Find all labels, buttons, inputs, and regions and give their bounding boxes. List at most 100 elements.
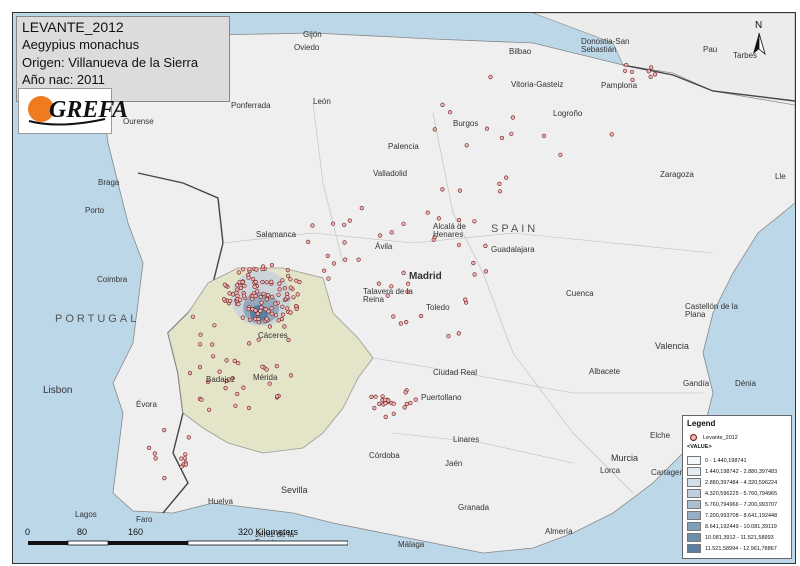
place-ponferrada: Ponferrada — [231, 101, 271, 110]
place-pamplona: Pamplona — [601, 81, 638, 90]
legend-title: Legend — [687, 419, 716, 428]
observation-point — [264, 316, 269, 321]
legend-points: Levante_2012 — [687, 434, 738, 441]
observation-point — [263, 307, 268, 312]
observation-point — [241, 267, 246, 272]
legend-swatch — [687, 522, 701, 531]
observation-point — [241, 293, 246, 298]
observation-point — [285, 295, 290, 300]
observation-point — [260, 280, 265, 285]
observation-point — [211, 354, 216, 359]
observation-point — [404, 401, 409, 407]
legend-class-2: 2.880,397484 - 4.320,596224 — [687, 478, 777, 487]
observation-point — [240, 279, 245, 285]
observation-point — [276, 292, 281, 297]
scale-tick-80: 80 — [77, 527, 88, 537]
observation-point — [269, 279, 274, 285]
observation-point — [217, 369, 222, 374]
legend-class-label: 10.081,3912 - 11.521,58993 — [705, 534, 774, 541]
observation-point — [277, 287, 282, 292]
observation-point — [261, 291, 266, 296]
observation-point — [649, 65, 654, 70]
observation-point — [463, 297, 468, 302]
observation-point — [236, 270, 241, 275]
observation-point — [183, 452, 188, 457]
observation-point — [247, 317, 253, 323]
observation-point — [246, 307, 251, 312]
map-frame: Gijón Oviedo Bilbao Donostia-San Sebasti… — [0, 0, 800, 566]
place-valencia: Valencia — [655, 341, 689, 351]
place-jaen: Jaén — [445, 459, 463, 468]
place-madrid: Madrid — [409, 271, 442, 282]
place-donostia: Donostia-San Sebastián — [581, 37, 630, 54]
observation-point — [436, 216, 442, 221]
observation-point — [265, 293, 271, 298]
observation-point — [212, 323, 217, 328]
observation-point — [342, 222, 347, 227]
observation-point — [497, 189, 503, 194]
observation-point — [406, 281, 411, 286]
observation-point — [648, 74, 653, 80]
observation-point — [330, 221, 336, 226]
legend: Legend Levante_2012 <VALUE> 0 - 1.440,19… — [682, 415, 792, 559]
observation-point — [253, 308, 258, 313]
observation-point — [190, 314, 195, 319]
observation-point — [153, 456, 158, 461]
observation-point — [432, 127, 437, 132]
legend-class-label: 2.880,397484 - 4.320,596224 — [705, 479, 778, 486]
observation-point — [389, 230, 394, 235]
observation-point — [504, 175, 509, 180]
place-faro: Faro — [136, 515, 153, 524]
legend-class-1: 1.440,198742 - 2.880,397483 — [687, 467, 777, 476]
observation-point — [270, 294, 275, 300]
observation-point — [179, 456, 184, 461]
legend-points-label: Levante_2012 — [703, 434, 738, 441]
observation-point — [383, 414, 388, 420]
observation-point — [499, 135, 505, 141]
observation-point — [404, 320, 409, 325]
observation-point — [376, 281, 382, 286]
point-symbol-icon — [690, 434, 697, 441]
observation-point — [238, 297, 243, 302]
observation-point — [222, 282, 227, 287]
observation-point — [624, 62, 629, 68]
observation-point — [253, 293, 258, 299]
observation-point — [228, 298, 233, 303]
place-oviedo: Oviedo — [294, 43, 320, 52]
observation-point — [250, 276, 256, 282]
observation-point — [260, 364, 265, 369]
legend-class-4: 5.760,794966 - 7.200,993707 — [687, 500, 777, 509]
observation-point — [383, 401, 388, 406]
observation-point — [199, 397, 204, 402]
legend-class-0: 0 - 1.440,198741 — [687, 456, 747, 465]
scale-tick-320: 320 Kilometers — [238, 527, 299, 537]
place-puertollano: Puertollano — [421, 393, 462, 402]
observation-point — [294, 278, 299, 283]
legend-swatch — [687, 511, 701, 520]
place-cordoba: Córdoba — [369, 451, 400, 460]
observation-point — [198, 342, 203, 347]
observation-point — [280, 278, 285, 283]
legend-swatch — [687, 500, 701, 509]
place-evora: Évora — [136, 400, 157, 409]
observation-point — [446, 334, 451, 339]
observation-point — [488, 74, 493, 80]
observation-point — [162, 476, 167, 481]
observation-point — [369, 394, 374, 400]
observation-point — [413, 397, 418, 402]
place-granada: Granada — [458, 503, 490, 512]
observation-point — [356, 257, 361, 262]
observation-point — [232, 358, 237, 364]
legend-swatch — [687, 467, 701, 476]
observation-point — [256, 320, 261, 325]
observation-point — [456, 331, 461, 336]
observation-point — [295, 292, 300, 297]
observation-point — [325, 253, 330, 258]
place-linares: Linares — [453, 435, 480, 444]
observation-point — [282, 286, 288, 291]
observation-point — [253, 279, 258, 285]
scale-bar — [28, 540, 348, 546]
place-palencia: Palencia — [388, 142, 419, 151]
observation-point — [223, 386, 228, 391]
place-guadalajara: Guadalajara — [491, 245, 535, 254]
